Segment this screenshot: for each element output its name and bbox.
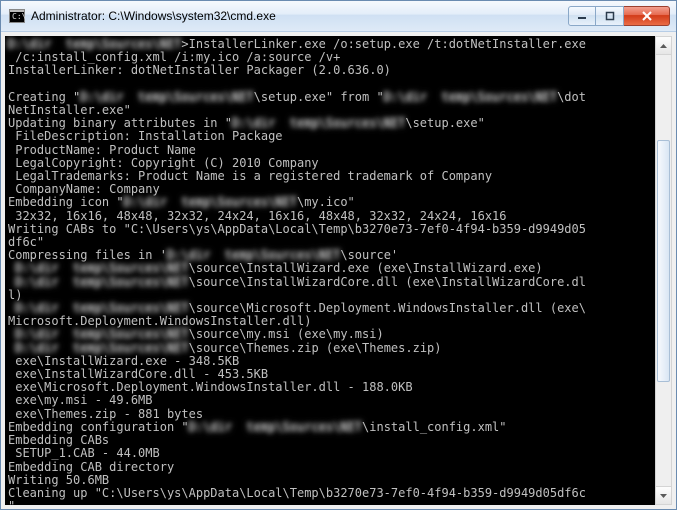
embed-icon-pre: Embedding icon " [8, 195, 124, 209]
prod-name-line: ProductName: Product Name [8, 143, 196, 157]
size-line-4: exe\my.msi - 49.6MB [8, 393, 153, 407]
legal-copy-line: LegalCopyright: Copyright (C) 2010 Compa… [8, 156, 319, 170]
creating-pre: Creating " [8, 90, 80, 104]
blurred-text: D:\dir temp\Sources\NET [15, 275, 188, 289]
cmd-icon: C:\ [9, 8, 25, 24]
file-desc-line: FileDescription: Installation Package [8, 129, 283, 143]
scroll-down-button[interactable] [656, 486, 671, 504]
blurred-text: D:\dir temp\Sources\NET [15, 327, 188, 341]
embed-cab-dir-line: Embedding CAB directory [8, 460, 174, 474]
header-line: InstallerLinker: dotNetInstaller Package… [8, 63, 391, 77]
updating-pre: Updating binary attributes in " [8, 116, 232, 130]
vertical-scrollbar[interactable] [655, 36, 672, 505]
cleaning-line: Cleaning up "C:\Users\ys\AppData\Local\T… [8, 486, 586, 500]
size-line-2: exe\InstallWizardCore.dll - 453.5KB [8, 367, 268, 381]
size-line-5: exe\Themes.zip - 881 bytes [8, 407, 203, 421]
maximize-button[interactable] [596, 6, 624, 26]
cmd-window: C:\ Administrator: C:\Windows\system32\c… [0, 0, 677, 510]
scroll-track[interactable] [656, 55, 671, 486]
embed-cabs-line: Embedding CABs [8, 433, 109, 447]
embed-icon-end: \my.ico" [297, 195, 355, 209]
blurred-text: D:\dir temp\Sources\NET [124, 195, 297, 209]
svg-text:C:\: C:\ [12, 12, 25, 21]
icon-sizes-line: 32x32, 16x16, 48x48, 32x32, 24x24, 16x16… [8, 209, 507, 223]
titlebar[interactable]: C:\ Administrator: C:\Windows\system32\c… [1, 1, 676, 32]
list-line-2-wrap: l) [8, 288, 22, 302]
console-output[interactable]: D:\dir temp\Sources\NET>InstallerLinker.… [5, 36, 655, 505]
creating-mid: \setup.exe" from " [254, 90, 384, 104]
close-button[interactable] [624, 6, 670, 26]
creating-end: \dot [557, 90, 586, 104]
minimize-button[interactable] [568, 6, 596, 26]
window-title: Administrator: C:\Windows\system32\cmd.e… [31, 9, 568, 23]
creating-line-2: NetInstaller.exe" [8, 103, 131, 117]
scroll-up-button[interactable] [656, 37, 671, 55]
prompt-suffix: > [181, 37, 188, 51]
blurred-text: D:\dir temp\Sources\NET [15, 261, 188, 275]
writing-cabs-line: Writing CABs to "C:\Users\ys\AppData\Loc… [8, 222, 586, 236]
blurred-text: D:\dir temp\Sources\NET [15, 341, 188, 355]
blurred-text: D:\dir temp\Sources\NET [232, 116, 405, 130]
blurred-text: D:\dir temp\Sources\NET [15, 301, 188, 315]
blurred-text: D:\dir temp\Sources\NET [80, 90, 253, 104]
legal-trade-line: LegalTrademarks: Product Name is a regis… [8, 169, 492, 183]
blurred-text: D:\dir temp\Sources\NET [8, 37, 181, 51]
writing-cabs-line-2: df6c" [8, 235, 44, 249]
cab-line-1: SETUP_1.CAB - 44.0MB [8, 446, 160, 460]
cmd-line: InstallerLinker.exe /o:setup.exe /t:dotN… [189, 37, 586, 51]
list-line-1: \source\InstallWizard.exe (exe\InstallWi… [189, 261, 543, 275]
blurred-text: D:\dir temp\Sources\NET [189, 420, 362, 434]
writing-mb-line: Writing 50.6MB [8, 473, 109, 487]
client-area: D:\dir temp\Sources\NET>InstallerLinker.… [1, 32, 676, 509]
list-line-5: \source\Themes.zip (exe\Themes.zip) [189, 341, 442, 355]
list-line-3: \source\Microsoft.Deployment.WindowsInst… [189, 301, 586, 315]
embed-cfg-pre: Embedding configuration " [8, 420, 189, 434]
list-line-4: \source\my.msi (exe\my.msi) [189, 327, 384, 341]
size-line-3: exe\Microsoft.Deployment.WindowsInstalle… [8, 380, 413, 394]
embed-cfg-end: \install_config.xml" [362, 420, 507, 434]
cleaning-end-line: " [8, 499, 15, 505]
window-controls [568, 6, 670, 26]
updating-end: \setup.exe" [405, 116, 484, 130]
blurred-text: D:\dir temp\Sources\NET [384, 90, 557, 104]
scroll-thumb[interactable] [657, 140, 670, 382]
cmd-line-2: /c:install_config.xml /i:my.ico /a:sourc… [8, 50, 340, 64]
size-line-1: exe\InstallWizard.exe - 348.5KB [8, 354, 239, 368]
list-line-2: \source\InstallWizardCore.dll (exe\Insta… [189, 275, 586, 289]
